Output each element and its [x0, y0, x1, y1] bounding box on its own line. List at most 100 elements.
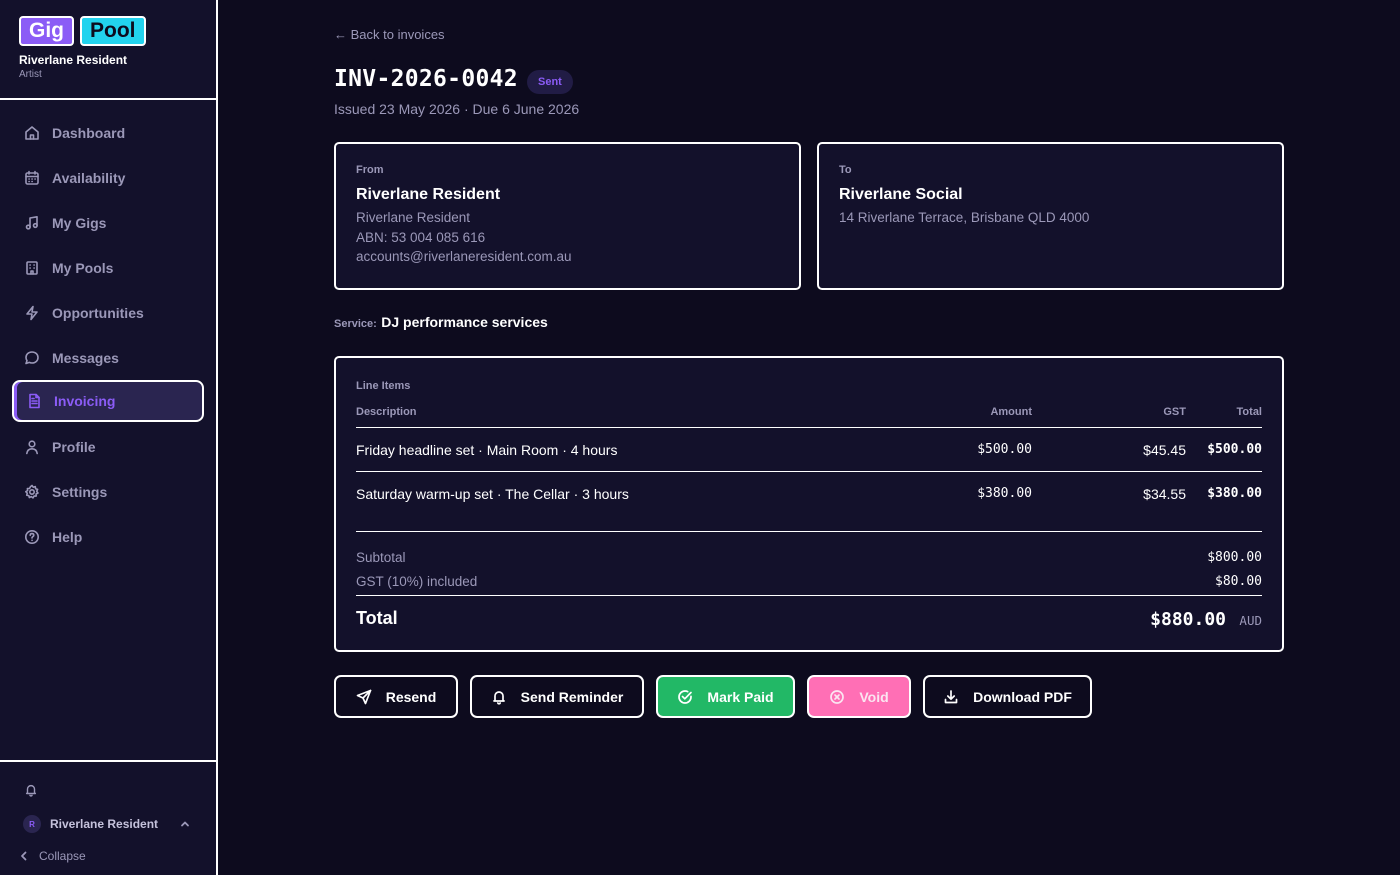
total-currency: AUD	[1239, 613, 1262, 628]
bell-icon	[492, 690, 505, 705]
col-amount: Amount	[990, 406, 1032, 418]
sidebar-item-help[interactable]: Help	[12, 516, 204, 558]
document-icon	[29, 393, 40, 409]
resend-label: Resend	[385, 688, 437, 705]
avatar: R	[23, 815, 41, 833]
from-abn: ABN: 53 004 085 616	[356, 229, 486, 245]
row-description: Saturday warm-up set · The Cellar · 3 ho…	[356, 486, 629, 502]
total-value: $880.00	[1150, 609, 1226, 630]
void-label: Void	[859, 688, 889, 705]
sidebar-item-my-gigs[interactable]: My Gigs	[12, 202, 204, 244]
sidebar-item-label: Opportunities	[52, 305, 144, 321]
mark-paid-button[interactable]: Mark Paid	[656, 675, 795, 718]
user-menu[interactable]: R Riverlane Resident	[23, 814, 195, 834]
sidebar-footer: R Riverlane Resident Collapse	[0, 760, 216, 875]
sidebar-item-invoicing[interactable]: Invoicing	[12, 380, 204, 422]
row-total: $500.00	[1207, 442, 1262, 457]
x-circle-icon	[830, 689, 845, 704]
to-name: Riverlane Social	[839, 186, 963, 203]
to-label: To	[839, 164, 852, 176]
row-total: $380.00	[1207, 486, 1262, 501]
sidebar-item-label: Settings	[52, 484, 108, 500]
service-value: DJ performance services	[381, 314, 548, 330]
send-reminder-button[interactable]: Send Reminder	[470, 675, 644, 718]
sidebar-item-label: Profile	[52, 439, 96, 455]
sidebar-item-messages[interactable]: Messages	[12, 337, 204, 379]
bell-icon	[25, 784, 37, 797]
service-line: Service: DJ performance services	[334, 314, 548, 332]
gigpool-logo[interactable]: Gig Pool	[19, 16, 216, 46]
user-icon	[26, 440, 38, 455]
table-row: Friday headline set · Main Room · 4 hour…	[356, 428, 1262, 472]
subtotal-value: $800.00	[1207, 550, 1262, 565]
row-gst: $45.45	[1143, 442, 1186, 458]
sidebar-item-label: Invoicing	[54, 393, 116, 409]
sidebar-item-label: Messages	[52, 350, 119, 366]
help-circle-icon	[25, 530, 39, 544]
download-pdf-label: Download PDF	[973, 688, 1072, 705]
row-description: Friday headline set · Main Room · 4 hour…	[356, 442, 618, 458]
back-to-invoices-link[interactable]: ← Back to invoices	[334, 27, 445, 42]
account-name: Riverlane Resident	[19, 53, 128, 67]
from-line: Riverlane Resident	[356, 210, 471, 225]
invoice-actions: Resend Send Reminder Mark Paid Void Down…	[334, 675, 1092, 718]
collapse-label: Collapse	[39, 849, 86, 863]
service-label: Service:	[334, 318, 377, 330]
brand-header: Gig Pool Riverlane Resident Artist	[0, 0, 216, 100]
from-email: accounts@riverlaneresident.com.au	[356, 249, 572, 264]
to-address: 14 Riverlane Terrace, Brisbane QLD 4000	[839, 210, 1090, 225]
sidebar-item-my-pools[interactable]: My Pools	[12, 247, 204, 289]
mark-paid-label: Mark Paid	[707, 688, 774, 705]
sidebar-item-settings[interactable]: Settings	[12, 471, 204, 513]
col-gst: GST	[1163, 406, 1186, 418]
building-icon	[26, 261, 38, 275]
sidebar-item-label: Dashboard	[52, 125, 126, 141]
sidebar-item-label: Availability	[52, 170, 126, 186]
logo-pool: Pool	[80, 16, 146, 46]
download-pdf-button[interactable]: Download PDF	[923, 675, 1092, 718]
col-description: Description	[356, 406, 417, 418]
line-items-title: Line Items	[356, 380, 411, 392]
status-badge: Sent	[527, 70, 573, 94]
sidebar-item-dashboard[interactable]: Dashboard	[12, 112, 204, 154]
sidebar-item-profile[interactable]: Profile	[12, 426, 204, 468]
total-divider	[356, 595, 1262, 596]
notifications-button[interactable]	[24, 783, 38, 802]
page-title: INV-2026-0042	[334, 66, 518, 92]
download-icon	[944, 689, 958, 703]
resend-button[interactable]: Resend	[334, 675, 458, 718]
app-root: Gig Pool Riverlane Resident Artist Dashb…	[0, 0, 1400, 875]
user-name: Riverlane Resident	[50, 817, 159, 831]
total-row: Total $880.00 AUD	[356, 608, 1262, 634]
from-name: Riverlane Resident	[356, 186, 501, 203]
gear-icon	[25, 484, 39, 499]
void-button[interactable]: Void	[807, 675, 911, 718]
col-total: Total	[1236, 406, 1262, 418]
sidebar-item-label: Help	[52, 529, 83, 545]
gst-label: GST (10%) included	[356, 574, 478, 589]
chevron-up-icon	[179, 817, 191, 835]
account-role: Artist	[19, 69, 42, 80]
lightning-icon	[26, 305, 38, 321]
line-items-card: Line Items Description Amount GST Total …	[334, 356, 1284, 652]
send-reminder-label: Send Reminder	[520, 688, 624, 705]
summary-divider	[356, 531, 1262, 532]
row-gst: $34.55	[1143, 486, 1186, 502]
table-header: Description Amount GST Total	[356, 406, 1262, 428]
subtotal-label: Subtotal	[356, 550, 406, 565]
logo-gig: Gig	[19, 16, 74, 46]
sidebar-item-opportunities[interactable]: Opportunities	[12, 292, 204, 334]
table-row: Saturday warm-up set · The Cellar · 3 ho…	[356, 472, 1262, 516]
music-note-icon	[25, 216, 38, 230]
home-icon	[25, 126, 39, 140]
collapse-sidebar-button[interactable]: Collapse	[18, 849, 86, 863]
sidebar-item-availability[interactable]: Availability	[12, 157, 204, 199]
from-card: From Riverlane Resident Riverlane Reside…	[334, 142, 801, 290]
gst-row: GST (10%) included $80.00	[356, 574, 1262, 594]
to-card: To Riverlane Social 14 Riverlane Terrace…	[817, 142, 1284, 290]
sidebar: Gig Pool Riverlane Resident Artist Dashb…	[0, 0, 218, 875]
from-label: From	[356, 164, 384, 176]
row-amount: $500.00	[977, 442, 1032, 457]
sidebar-item-label: My Gigs	[52, 215, 107, 231]
chevron-left-icon	[21, 851, 27, 861]
